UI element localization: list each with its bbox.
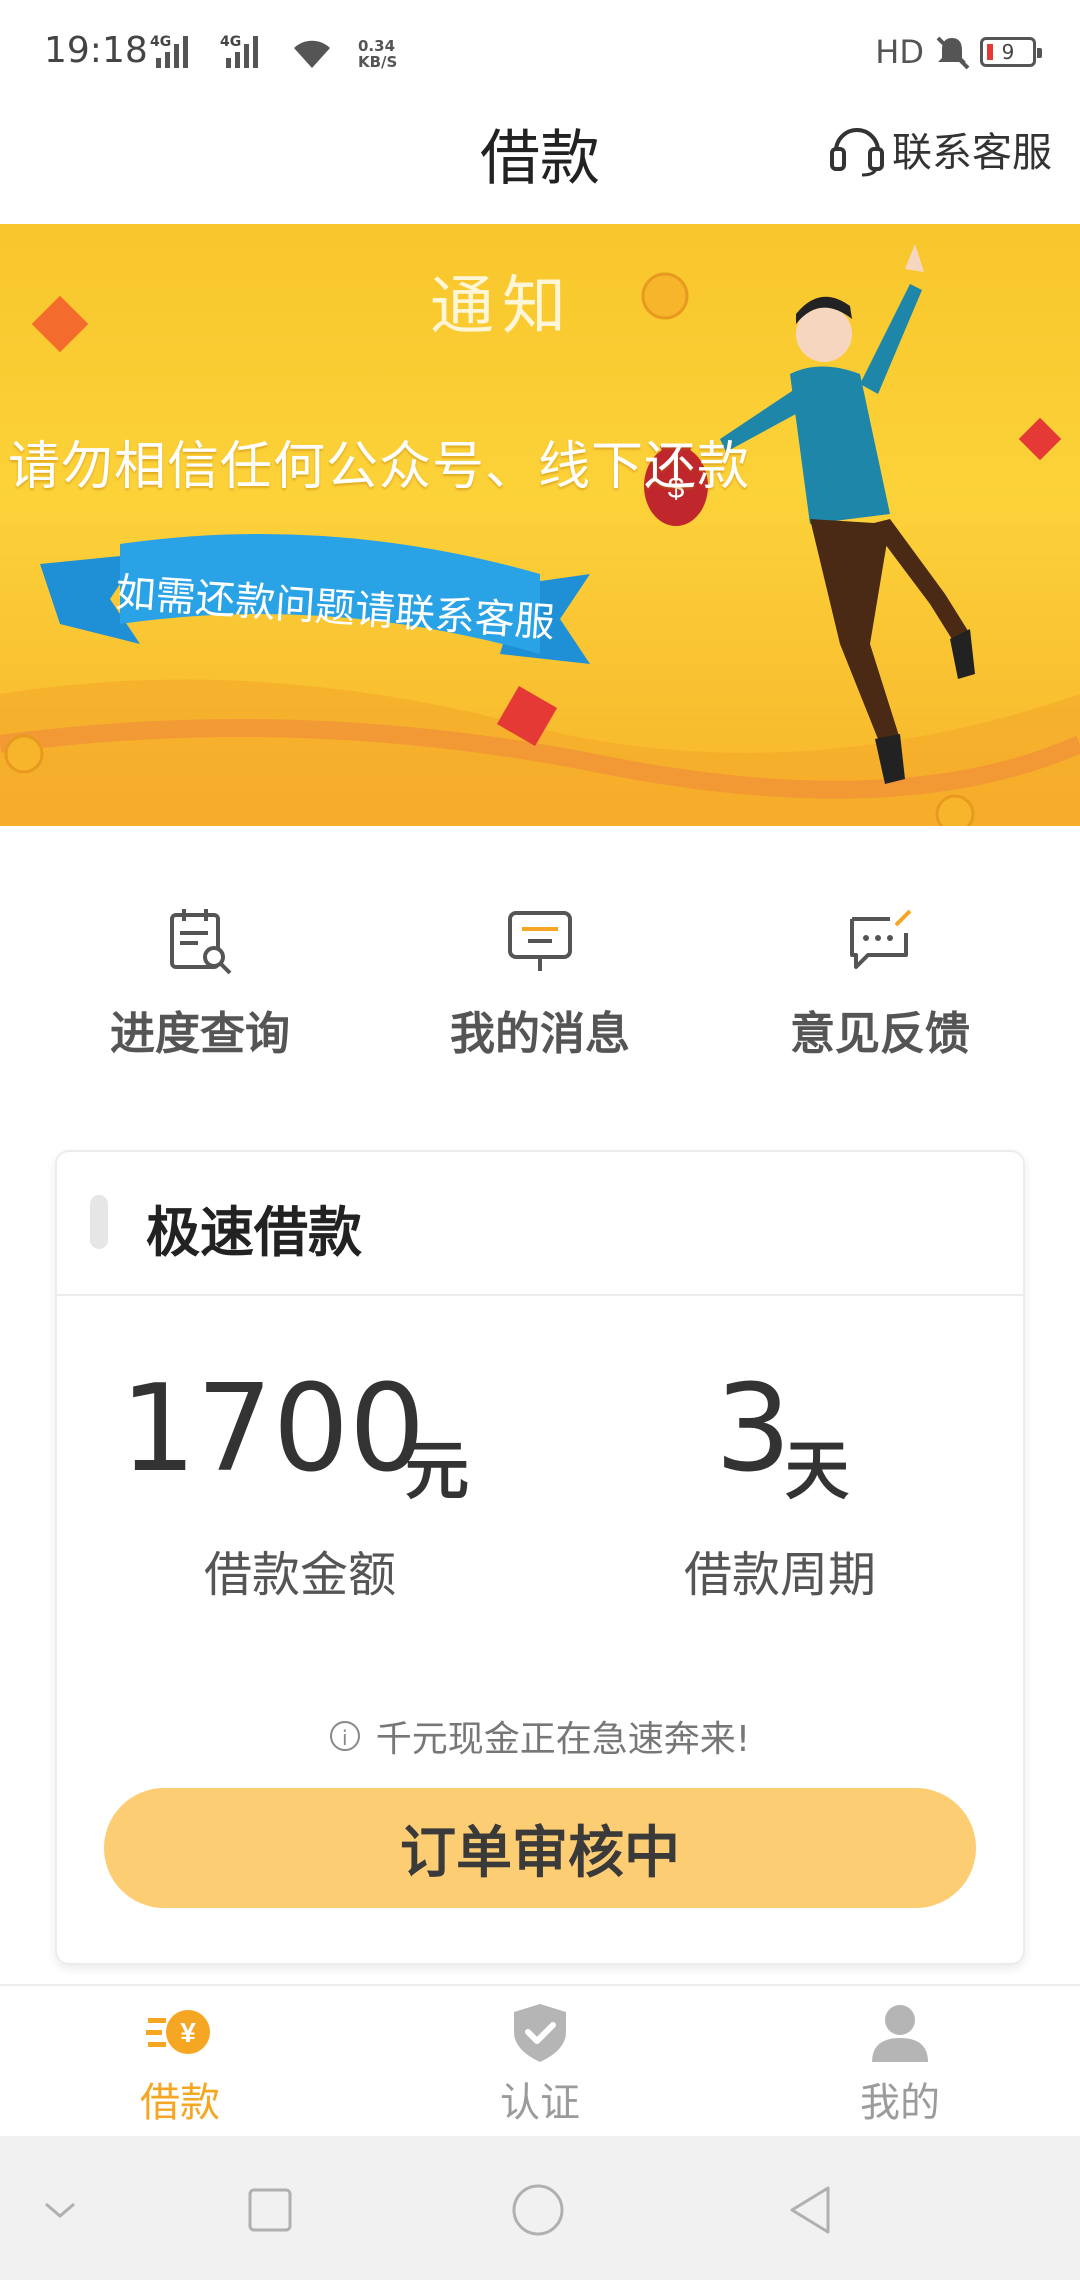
tab-verify[interactable]: 认证 — [410, 2000, 670, 2128]
banner-notice-title: 通知 — [430, 270, 574, 344]
quick-action-label: 我的消息 — [449, 1007, 630, 1060]
tab-mine[interactable]: 我的 — [770, 2000, 1030, 2128]
battery-level: 9 — [1001, 40, 1015, 64]
square-icon — [248, 2188, 292, 2232]
status-time: 19:18 — [44, 30, 148, 71]
calendar-search-icon — [170, 909, 232, 975]
circle-home-icon — [512, 2184, 564, 2236]
signal-type-1: 4G — [150, 34, 172, 50]
network-speed: 0.34 KB/S — [358, 38, 397, 70]
wifi-icon — [294, 40, 330, 68]
signal-icon: 4G — [150, 34, 196, 70]
user-icon — [872, 2005, 928, 2062]
tab-label: 借款 — [140, 2080, 220, 2126]
tab-loan[interactable]: ¥ 借款 — [50, 2000, 310, 2128]
signal-group: 4G 4G 0.34 KB/S — [150, 34, 397, 70]
shield-check-icon — [514, 2004, 566, 2062]
mute-bell-icon — [936, 36, 970, 70]
loan-amount-unit: 元 — [405, 1435, 469, 1509]
quick-action-feedback[interactable]: 意见反馈 — [730, 905, 1030, 1062]
nav-recents-button[interactable] — [240, 2180, 300, 2240]
quick-action-messages[interactable]: 我的消息 — [390, 905, 690, 1062]
banner-warning-text: 请勿相信任何公众号、线下还款 — [8, 437, 751, 497]
nav-collapse-button[interactable] — [30, 2180, 90, 2240]
triangle-back-icon — [790, 2186, 830, 2234]
quick-action-label: 意见反馈 — [789, 1007, 970, 1060]
loan-period-label: 借款周期 — [683, 1547, 876, 1603]
tab-label: 我的 — [860, 2080, 940, 2126]
loan-amount-label: 借款金额 — [203, 1547, 396, 1603]
contact-service-label: 联系客服 — [892, 130, 1052, 176]
status-right: HD 9 — [875, 30, 1042, 74]
nav-back-button[interactable] — [780, 2180, 840, 2240]
headset-icon — [830, 128, 884, 177]
tab-label: 认证 — [500, 2080, 580, 2126]
loan-yen-icon: ¥ — [146, 2010, 210, 2054]
chevron-down-icon — [45, 2202, 75, 2218]
loan-tip: i 千元现金正在急速奔来! — [0, 1710, 1080, 1762]
info-icon: i — [329, 1721, 360, 1751]
speed-value: 0.34 — [358, 37, 396, 55]
svg-text:¥: ¥ — [180, 2017, 196, 2048]
quick-action-progress[interactable]: 进度查询 — [50, 905, 350, 1062]
signal-type-2: 4G — [220, 34, 242, 50]
loan-period-unit: 天 — [785, 1435, 849, 1509]
loan-card-title: 极速借款 — [146, 1201, 362, 1264]
loan-tip-text: 千元现金正在急速奔来! — [375, 1719, 751, 1760]
loan-amount-value: 1700 — [120, 1360, 426, 1499]
contact-service-button[interactable]: 联系客服 — [828, 120, 1052, 178]
hd-indicator: HD — [875, 33, 924, 71]
card-title-marker — [90, 1195, 108, 1249]
battery-icon: 9 — [980, 37, 1042, 67]
message-icon — [508, 911, 572, 971]
feedback-icon — [850, 909, 912, 969]
signal-icon-2: 4G — [220, 34, 266, 70]
order-status-button[interactable]: 订单审核中 — [104, 1788, 976, 1908]
loan-period-value: 3 — [715, 1360, 792, 1499]
nav-home-button[interactable] — [508, 2180, 568, 2240]
quick-action-label: 进度查询 — [109, 1007, 290, 1060]
speed-unit: KB/S — [358, 53, 398, 71]
